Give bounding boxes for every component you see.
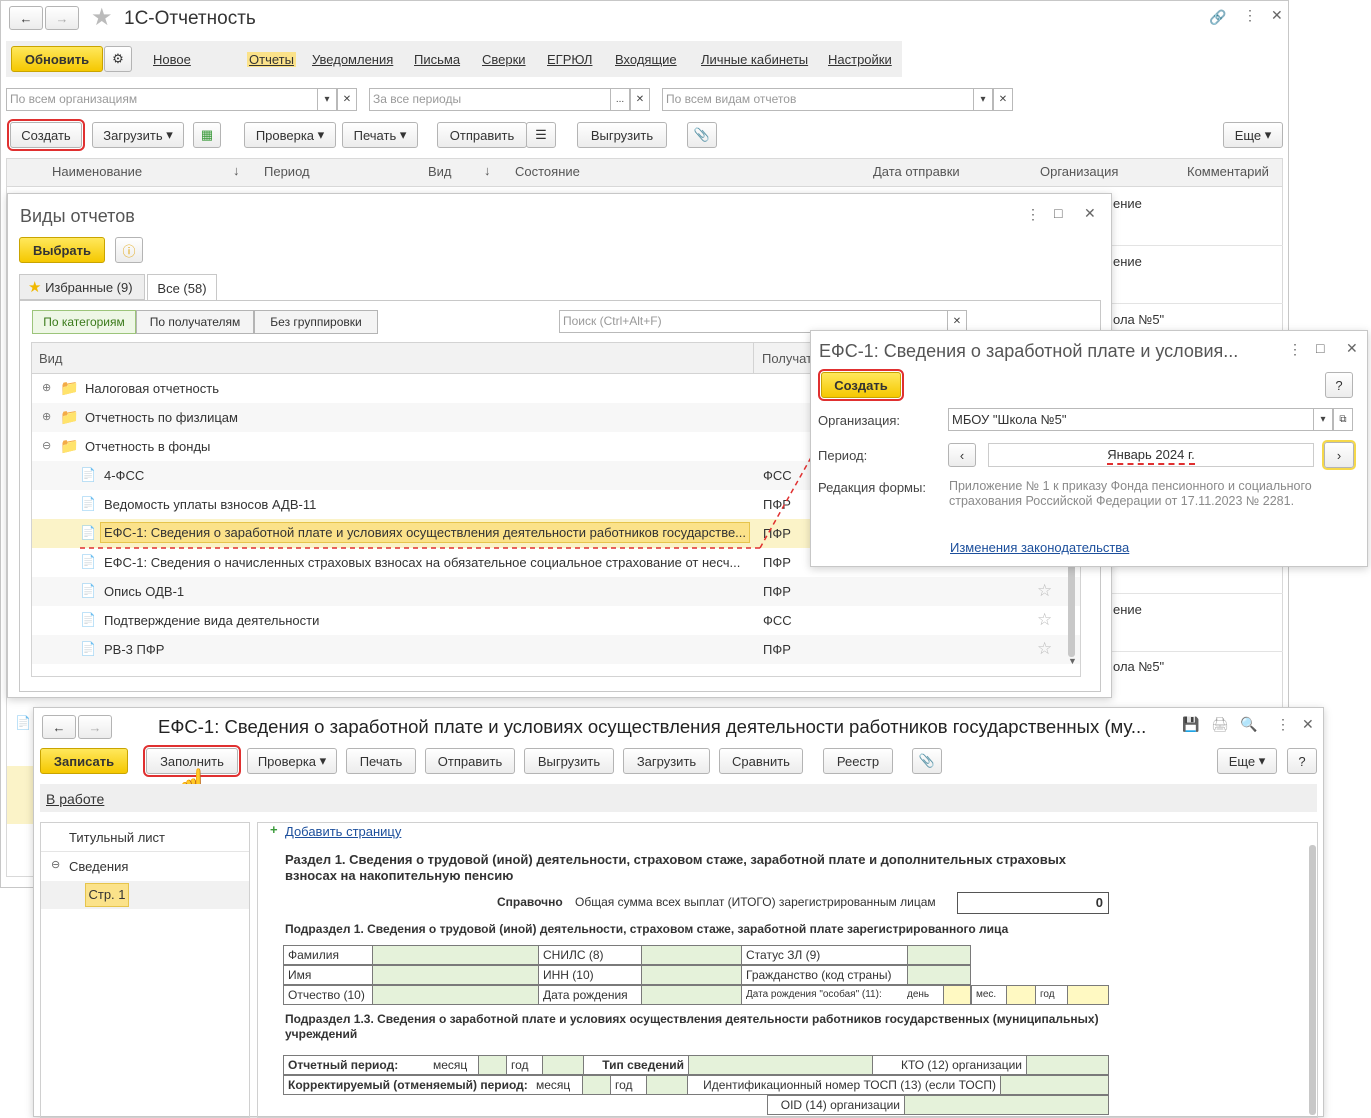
period-next-icon[interactable]: › [1322, 440, 1356, 470]
save-icon[interactable]: 💾 [1182, 716, 1199, 733]
period-month-field[interactable] [478, 1055, 507, 1075]
close-icon[interactable]: ✕ [1302, 716, 1314, 733]
load-button[interactable]: Загрузить [623, 748, 710, 774]
status-link[interactable]: В работе [46, 791, 104, 807]
period-year-label: год [506, 1055, 543, 1075]
kto-field[interactable] [1026, 1055, 1109, 1075]
period-year-field[interactable] [542, 1055, 584, 1075]
corr-month-label: месяц [532, 1075, 583, 1095]
ref-text: Общая сумма всех выплат (ИТОГО) зарегист… [575, 895, 936, 909]
snils-label: СНИЛС (8) [538, 945, 642, 965]
section1-title: Раздел 1. Сведения о трудовой (иной) дея… [285, 852, 1067, 883]
ref-label: Справочно [497, 895, 563, 909]
type-label: Тип сведений [583, 1055, 689, 1075]
help-button[interactable]: ? [1325, 372, 1353, 398]
tree-section[interactable]: Сведения [69, 859, 128, 874]
surname-label: Фамилия [283, 945, 373, 965]
inn-field[interactable] [641, 965, 742, 985]
period-value: Январь 2024 г. [1107, 447, 1195, 465]
org-open-icon[interactable]: ⧉ [1333, 408, 1353, 431]
edition-label: Редакция формы: [818, 480, 926, 495]
period-label: Период: [818, 448, 868, 463]
compare-button[interactable]: Сравнить [719, 748, 803, 774]
type-field[interactable] [688, 1055, 873, 1075]
day-label: день [903, 985, 943, 1005]
ref-total-field[interactable]: 0 [957, 892, 1109, 914]
paperclip-icon[interactable]: 📎 [912, 748, 942, 774]
back-button[interactable]: ← [42, 715, 76, 739]
period-month-label: месяц [429, 1055, 479, 1075]
citizenship-field[interactable] [907, 965, 971, 985]
inn-label: ИНН (10) [538, 965, 642, 985]
tosp-label: Идентификационный номер ТОСП (13) (если … [687, 1075, 1001, 1095]
dialog-title: ЕФС-1: Сведения о заработной плате и усл… [819, 341, 1239, 361]
help-button[interactable]: ? [1287, 748, 1317, 774]
report-window: ← → ЕФС-1: Сведения о заработной плате и… [33, 707, 1324, 1118]
more-button[interactable]: Еще ▾ [1217, 748, 1277, 774]
birthdate-field[interactable] [641, 985, 742, 1005]
corr-month-field[interactable] [582, 1075, 611, 1095]
status-bar [40, 784, 1317, 812]
status-field[interactable] [907, 945, 971, 965]
org-dropdown-icon[interactable]: ▾ [1313, 408, 1333, 431]
preview-icon[interactable]: 🔍 [1240, 716, 1257, 733]
add-page-icon[interactable]: + [270, 822, 278, 837]
corr-year-label: год [610, 1075, 647, 1095]
status-label: Статус ЗЛ (9) [741, 945, 908, 965]
check-button[interactable]: Проверка ▾ [247, 748, 337, 774]
add-page-link[interactable]: Добавить страницу [285, 824, 401, 839]
tree-divider [41, 851, 249, 852]
year-label: год [1035, 985, 1068, 1005]
period-field[interactable]: Январь 2024 г. [988, 443, 1314, 467]
tree-page-1[interactable]: Стр. 1 [85, 883, 129, 907]
patronymic-field[interactable] [372, 985, 539, 1005]
save-button[interactable]: Записать [40, 748, 128, 774]
citizenship-label: Гражданство (код страны) [741, 965, 908, 985]
name-label: Имя [283, 965, 373, 985]
more-label: Еще [1228, 753, 1256, 769]
more-menu-icon[interactable]: ⋮ [1276, 716, 1290, 733]
org-select[interactable]: МБОУ "Школа №5" [948, 408, 1314, 431]
tree-page-row [41, 881, 249, 909]
law-changes-link[interactable]: Изменения законодательства [950, 540, 1129, 555]
birthdate-label: Дата рождения [538, 985, 642, 1005]
form-scrollbar[interactable] [1309, 845, 1316, 1115]
check-label: Проверка [257, 753, 317, 769]
tosp-field[interactable] [1000, 1075, 1109, 1095]
oid-label: OID (14) организации [767, 1095, 905, 1115]
print-icon[interactable]: 🖨 [1211, 716, 1229, 733]
more-menu-icon[interactable]: ⋮ [1288, 341, 1302, 358]
efs-dialog: ЕФС-1: Сведения о заработной плате и усл… [810, 330, 1368, 567]
snils-field[interactable] [641, 945, 742, 965]
edition-text: Приложение № 1 к приказу Фонда пенсионно… [949, 479, 1312, 508]
corr-period-label: Корректируемый (отменяемый) период: [283, 1075, 532, 1095]
export-button[interactable]: Выгрузить [524, 748, 614, 774]
report-title: ЕФС-1: Сведения о заработной плате и усл… [158, 716, 1147, 737]
period-row-label: Отчетный период: [283, 1055, 429, 1075]
oid-field[interactable] [904, 1095, 1109, 1115]
send-button[interactable]: Отправить [425, 748, 515, 774]
name-field[interactable] [372, 965, 539, 985]
print-button[interactable]: Печать [346, 748, 416, 774]
year-field[interactable] [1067, 985, 1109, 1005]
patronymic-label: Отчество (10) [283, 985, 373, 1005]
kto-label: КТО (12) организации [872, 1055, 1027, 1075]
maximize-icon[interactable]: □ [1316, 340, 1324, 356]
month-field[interactable] [1006, 985, 1036, 1005]
sub13-title: Подраздел 1.3. Сведения о заработной пла… [285, 1012, 1099, 1041]
tree-title-page[interactable]: Титульный лист [69, 830, 165, 845]
day-field[interactable] [943, 985, 971, 1005]
surname-field[interactable] [372, 945, 539, 965]
sub1-title: Подраздел 1. Сведения о трудовой (иной) … [285, 922, 1009, 936]
month-label: мес. [971, 985, 1007, 1005]
org-label: Организация: [818, 413, 901, 428]
collapse-icon[interactable]: ⊖ [51, 858, 60, 871]
corr-year-field[interactable] [646, 1075, 688, 1095]
registry-button[interactable]: Реестр [823, 748, 893, 774]
special-birth-label: Дата рождения "особая" (11): [741, 985, 903, 1005]
close-icon[interactable]: ✕ [1346, 340, 1358, 357]
forward-button[interactable]: → [78, 715, 112, 739]
create-button[interactable]: Создать [818, 369, 904, 401]
period-prev-icon[interactable]: ‹ [948, 443, 976, 467]
